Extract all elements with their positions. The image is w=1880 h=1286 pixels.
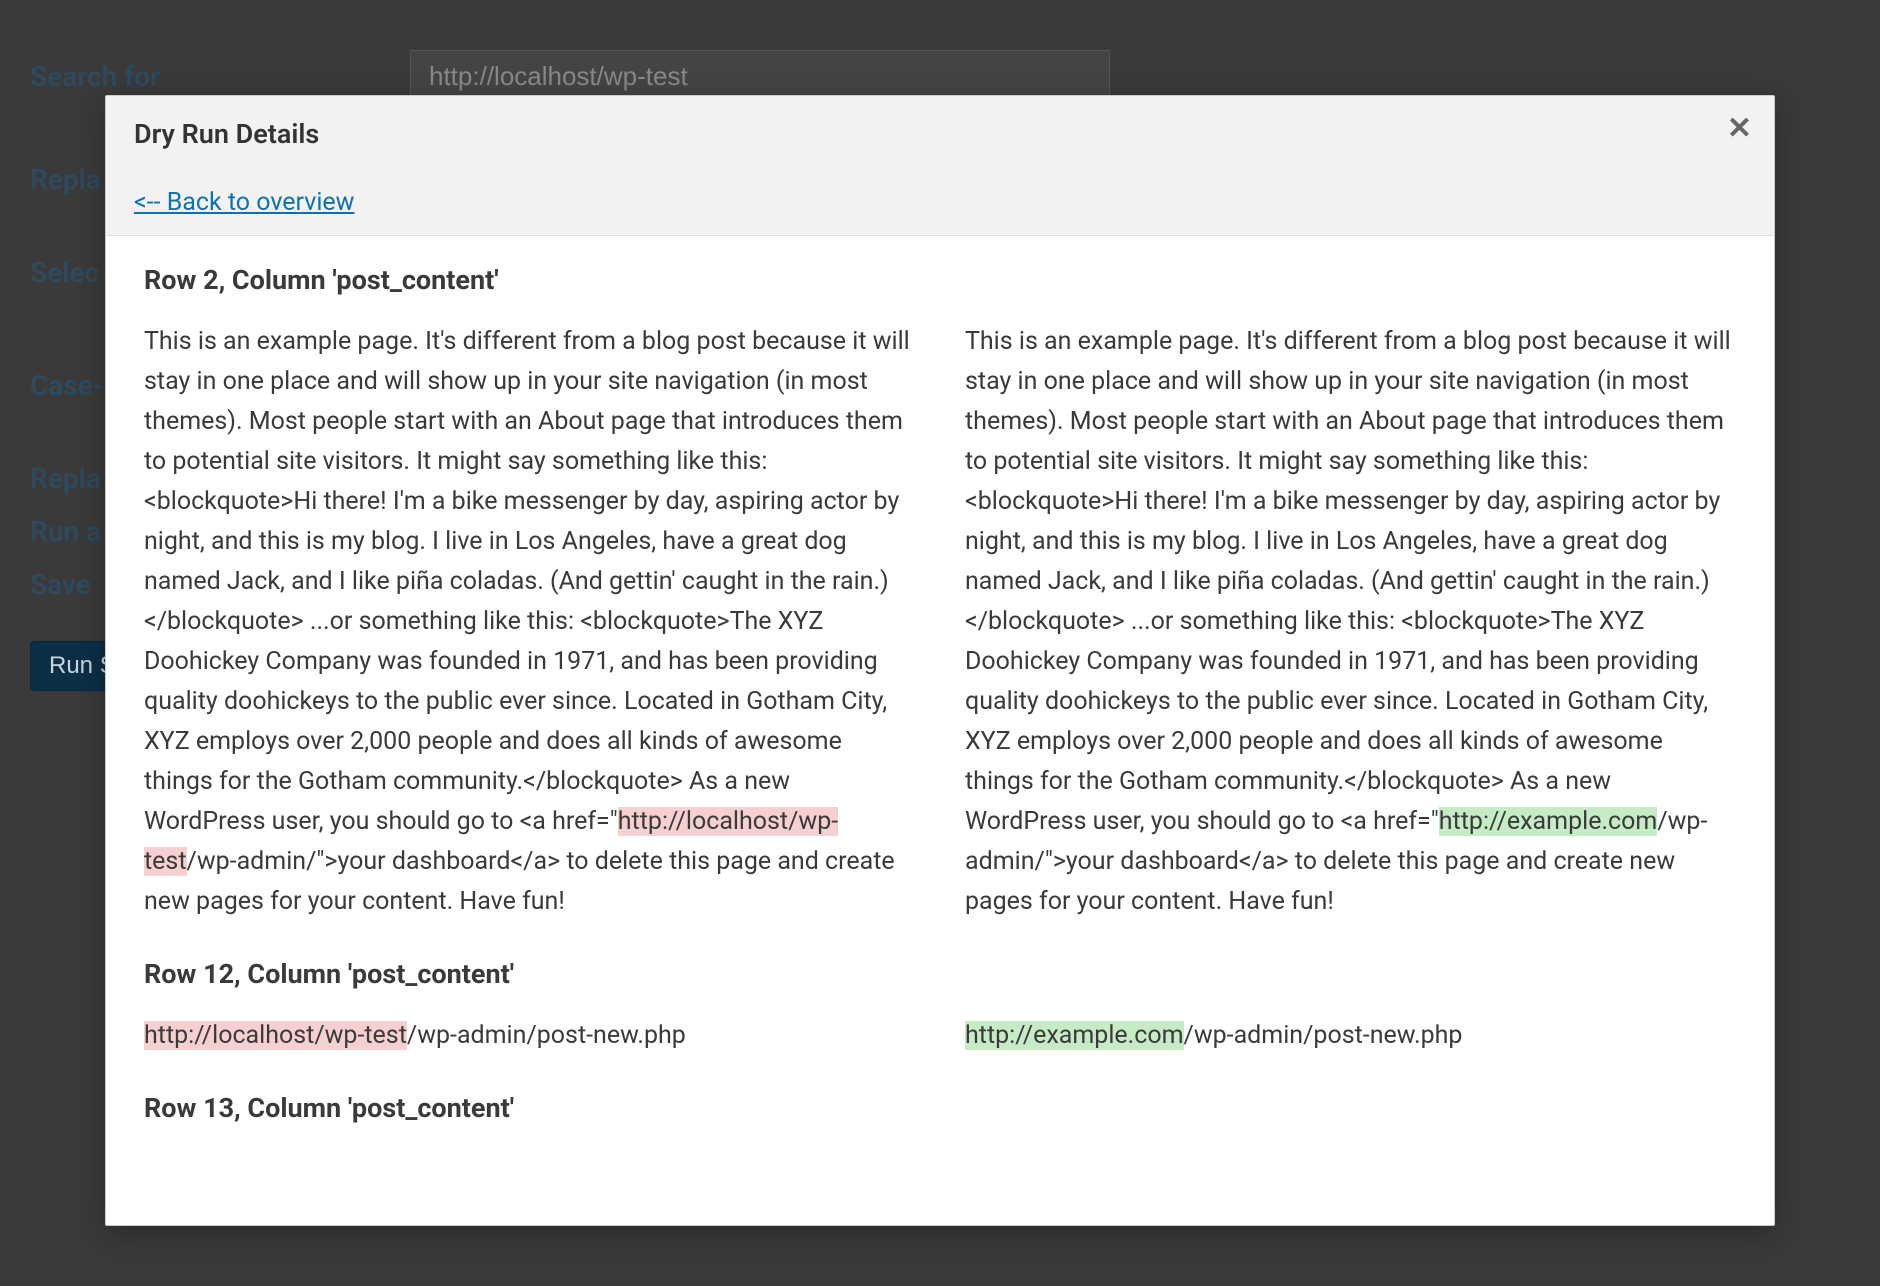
diff-before-column: http://localhost/wp-test/wp-admin/post-n… (144, 1016, 915, 1056)
back-to-overview-link[interactable]: <-- Back to overview (134, 188, 354, 217)
diff-text: /wp-admin/">your dashboard</a> to delete… (144, 847, 895, 916)
diff-text: This is an example page. It's different … (965, 327, 1731, 836)
close-icon[interactable]: ✕ (1727, 114, 1752, 144)
diff-columns: http://localhost/wp-test/wp-admin/post-n… (144, 1016, 1736, 1056)
diff-row-heading: Row 13, Column 'post_content' (144, 1092, 1736, 1124)
diff-added-highlight: http://example.com (1439, 807, 1658, 836)
modal-header: Dry Run Details ✕ <-- Back to overview (106, 96, 1774, 236)
diff-after-column: http://example.com/wp-admin/post-new.php (965, 1016, 1736, 1056)
dry-run-details-modal: Dry Run Details ✕ <-- Back to overview R… (105, 95, 1775, 1226)
diff-columns: This is an example page. It's different … (144, 322, 1736, 922)
modal-body: Row 2, Column 'post_content' This is an … (106, 236, 1774, 1225)
diff-text: /wp-admin/post-new.php (407, 1021, 686, 1050)
diff-row-heading: Row 12, Column 'post_content' (144, 958, 1736, 990)
search-for-label: Search for (30, 60, 410, 93)
diff-row-heading: Row 2, Column 'post_content' (144, 264, 1736, 296)
diff-after-column: This is an example page. It's different … (965, 322, 1736, 922)
diff-added-highlight: http://example.com (965, 1021, 1184, 1050)
modal-title: Dry Run Details (134, 118, 1746, 150)
diff-text: This is an example page. It's different … (144, 327, 910, 836)
diff-text: /wp-admin/post-new.php (1184, 1021, 1463, 1050)
diff-deleted-highlight: http://localhost/wp-test (144, 1021, 407, 1050)
diff-before-column: This is an example page. It's different … (144, 322, 915, 922)
